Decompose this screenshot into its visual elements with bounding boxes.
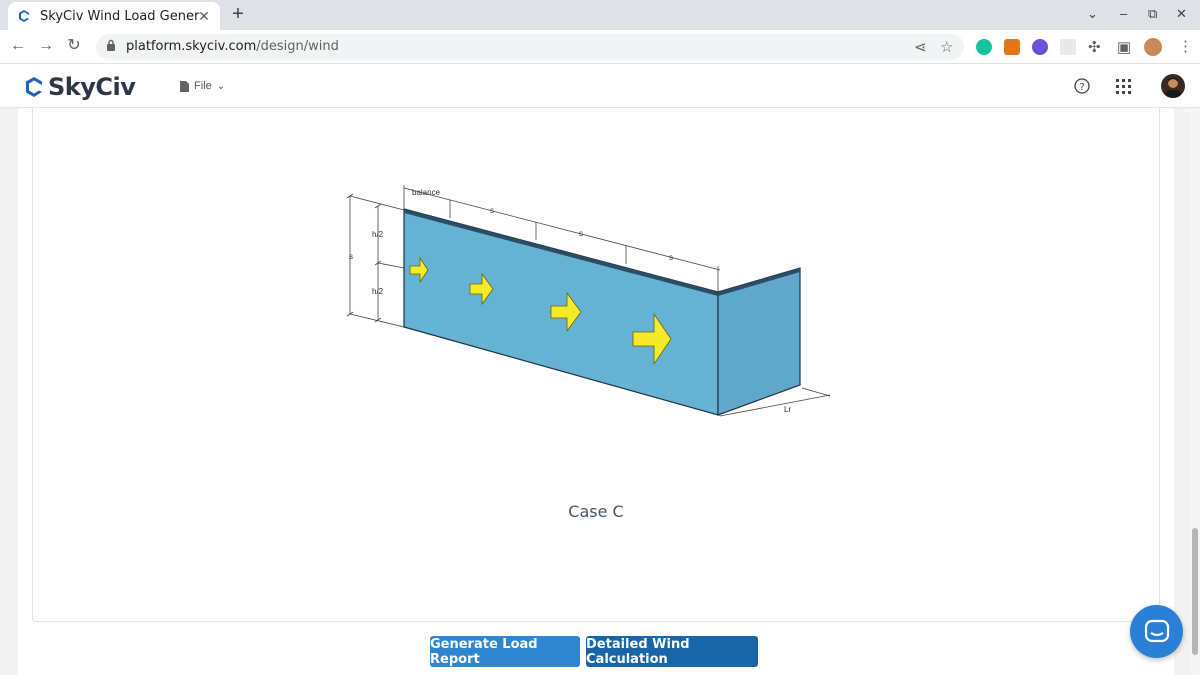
label-s-1: s: [490, 206, 494, 215]
forward-icon[interactable]: →: [36, 36, 56, 56]
label-s-vertical: s: [349, 252, 353, 261]
detailed-wind-calculation-button[interactable]: Detailed Wind Calculation: [586, 636, 758, 667]
help-icon[interactable]: ?: [1074, 78, 1090, 99]
scrollbar-thumb[interactable]: [1192, 528, 1198, 655]
address-bar[interactable]: platform.skyciv.com/design/wind ⋖ ☆: [96, 34, 964, 60]
chat-support-button[interactable]: [1130, 605, 1183, 658]
menu-kebab-icon[interactable]: ⋮: [1178, 37, 1193, 55]
extension-icon[interactable]: [1032, 39, 1048, 55]
browser-tab[interactable]: SkyCiv Wind Load Genera ✕: [8, 2, 220, 30]
browser-toolbar: ← → ↻ platform.skyciv.com/design/wind ⋖ …: [0, 30, 1200, 64]
extension-page-icon[interactable]: [1060, 39, 1076, 55]
browser-tab-bar: SkyCiv Wind Load Genera ✕ + ⌄ – ⧉ ✕: [0, 0, 1200, 30]
label-balance: balance: [412, 188, 441, 197]
label-s-3: s: [669, 253, 673, 262]
wind-load-case-diagram: balance s s s s h/2 h/2 Lr: [346, 185, 831, 417]
skyciv-logo[interactable]: SkyCiv: [24, 73, 136, 101]
label-h-half-lower: h/2: [372, 287, 384, 296]
app-header: SkyCiv File ⌄ ?: [0, 64, 1200, 108]
minimize-icon[interactable]: –: [1120, 6, 1127, 21]
apps-grid-icon[interactable]: [1116, 79, 1131, 99]
grammarly-extension-icon[interactable]: [976, 39, 992, 55]
generate-load-report-button[interactable]: Generate Load Report: [430, 636, 580, 667]
logo-text: SkyCiv: [48, 73, 136, 101]
side-panel-icon[interactable]: ▣: [1117, 38, 1131, 56]
label-s-2: s: [579, 229, 583, 238]
file-icon: [180, 80, 189, 92]
back-icon[interactable]: ←: [8, 36, 28, 56]
label-h-half-upper: h/2: [372, 230, 384, 239]
chat-icon: [1144, 619, 1169, 642]
skyciv-logo-icon: [26, 77, 42, 97]
tab-search-icon[interactable]: ⌄: [1087, 6, 1098, 22]
extensions-puzzle-icon[interactable]: ✣: [1088, 38, 1101, 56]
bookmark-star-icon[interactable]: ☆: [940, 38, 953, 56]
label-lr: Lr: [784, 405, 791, 414]
new-tab-button[interactable]: +: [228, 3, 248, 26]
svg-text:?: ?: [1079, 82, 1084, 93]
tab-close-icon[interactable]: ✕: [196, 8, 212, 24]
profile-avatar-icon[interactable]: [1144, 38, 1162, 56]
chevron-down-icon: ⌄: [216, 80, 226, 92]
close-window-icon[interactable]: ✕: [1176, 6, 1187, 22]
tab-title: SkyCiv Wind Load Genera: [40, 8, 200, 24]
case-label: Case C: [568, 502, 624, 521]
skyciv-favicon-icon: [16, 8, 32, 24]
file-menu-label: File: [194, 80, 212, 92]
lock-icon: [106, 39, 116, 57]
file-menu[interactable]: File ⌄: [180, 80, 225, 92]
restore-icon[interactable]: ⧉: [1148, 6, 1157, 22]
reload-icon[interactable]: ↻: [64, 36, 84, 56]
user-avatar[interactable]: [1161, 74, 1185, 98]
share-icon[interactable]: ⋖: [914, 38, 927, 56]
url-text: platform.skyciv.com/design/wind: [126, 39, 339, 54]
metamask-extension-icon[interactable]: [1004, 39, 1020, 55]
